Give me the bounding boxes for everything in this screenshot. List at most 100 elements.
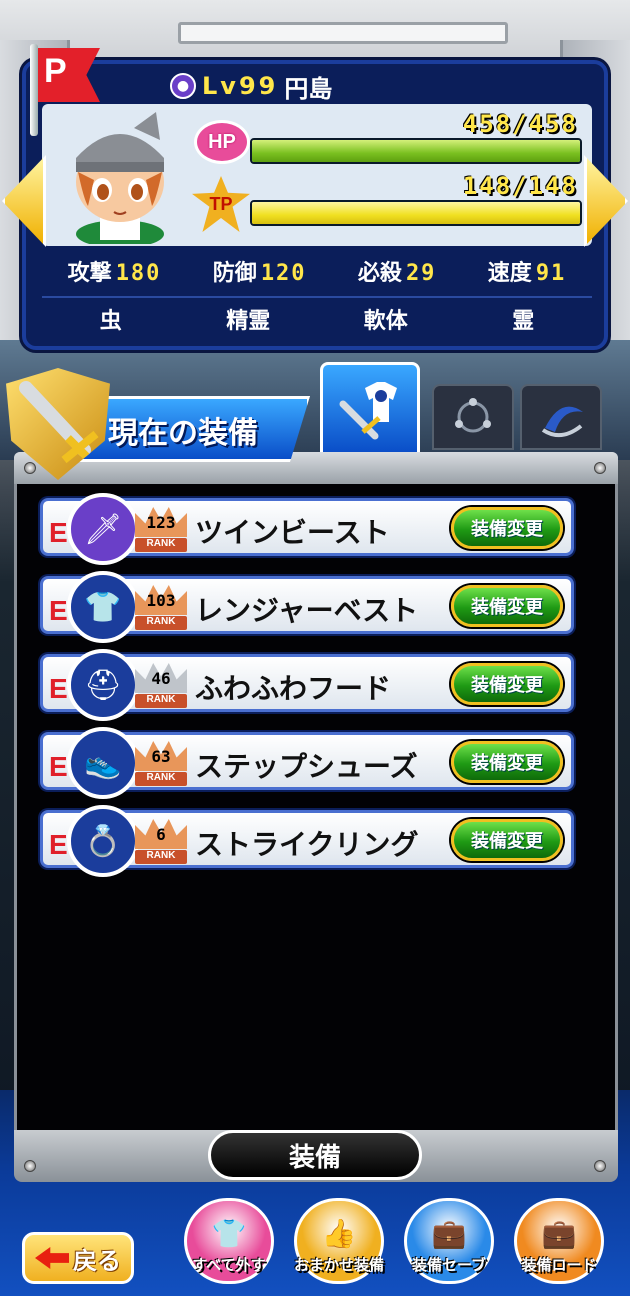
helmet-icon: ⛑	[67, 649, 139, 721]
load-equipment-button[interactable]: 💼 装備ロード	[514, 1198, 604, 1284]
sword-shirt-icon	[339, 381, 397, 439]
rank-word: RANK	[135, 616, 187, 630]
ring-icon: 💍	[67, 805, 139, 877]
rank-number: 123	[146, 513, 176, 532]
change-equipment-button[interactable]: 装備変更	[451, 507, 563, 549]
rivet-icon	[594, 462, 606, 474]
level-bar: ● Lv99 円島	[170, 70, 410, 103]
stat-value: 120	[260, 261, 307, 286]
rivet-icon	[24, 462, 36, 474]
equipment-row[interactable]: E 🗡 123 RANK ツインビースト 装備変更	[40, 493, 574, 565]
save-equipment-label: 装備セーブ	[411, 1256, 487, 1274]
stat-label: 速度	[487, 261, 532, 286]
stat-label: 必殺	[357, 261, 402, 286]
grade-tag: E	[49, 595, 68, 626]
rivet-icon	[594, 1160, 606, 1172]
type-tag: 精霊	[226, 309, 271, 334]
grade-tag: E	[49, 673, 68, 704]
change-equipment-button[interactable]: 装備変更	[451, 741, 563, 783]
equipment-name: ふわふわフード	[195, 672, 392, 705]
hp-bar	[250, 138, 582, 164]
tab-skills[interactable]	[432, 384, 514, 450]
load-icon: 💼	[541, 1217, 577, 1250]
shirt-icon: 👕	[67, 571, 139, 643]
unequip-all-label: すべて外す	[192, 1256, 266, 1274]
grade-tag: E	[49, 829, 68, 860]
types-row: 虫 精霊 軟体 霊	[42, 296, 592, 340]
rank-crown-icon: 63 RANK	[135, 741, 187, 787]
hp-bar-fill	[252, 140, 580, 162]
hp-value: 458/458	[462, 110, 578, 138]
tab-equipment[interactable]	[320, 362, 420, 452]
type-tag: 軟体	[363, 309, 408, 334]
equipment-row[interactable]: E ⛑ 46 RANK ふわふわフード 装備変更	[40, 649, 574, 721]
dagger-icon: 🗡	[67, 493, 139, 565]
rank-crown-icon: 46 RANK	[135, 663, 187, 709]
rank-number: 6	[156, 825, 166, 844]
equipment-row[interactable]: E 👕 103 RANK レンジャーベスト 装備変更	[40, 571, 574, 643]
change-equipment-button[interactable]: 装備変更	[451, 819, 563, 861]
rank-number: 46	[151, 669, 171, 688]
thumbs-up-icon: 👍	[321, 1217, 357, 1250]
rivet-icon	[24, 1160, 36, 1172]
equipment-footer-label: 装備	[208, 1130, 422, 1180]
back-button[interactable]: 戻る	[22, 1232, 134, 1284]
equipment-name: ストライクリング	[195, 828, 419, 861]
stat-label: 攻撃	[67, 261, 112, 286]
stats-row: 攻撃 180 防御 120 必殺 29 速度 91	[42, 250, 592, 292]
rank-word: RANK	[135, 694, 187, 708]
equipment-name: ツインビースト	[195, 516, 390, 549]
equipment-row[interactable]: E 👟 63 RANK ステップシューズ 装備変更	[40, 727, 574, 799]
save-equipment-button[interactable]: 💼 装備セーブ	[404, 1198, 494, 1284]
stat-speed: 速度 91	[488, 255, 567, 287]
load-equipment-label: 装備ロード	[521, 1256, 597, 1274]
grade-tag: E	[49, 751, 68, 782]
ceiling-light	[178, 22, 508, 44]
tab-special[interactable]	[520, 384, 602, 450]
stat-value: 180	[115, 261, 162, 286]
flag-pole	[30, 44, 38, 136]
stat-value: 91	[535, 261, 567, 286]
tp-bar	[250, 200, 582, 226]
section-title: 現在の装備	[108, 416, 258, 451]
rank-crown-icon: 103 RANK	[135, 585, 187, 631]
grade-tag: E	[49, 517, 68, 548]
rank-word: RANK	[135, 850, 187, 864]
stat-special: 必殺 29	[358, 255, 437, 287]
back-label: 戻る	[73, 1246, 121, 1275]
change-equipment-button[interactable]: 装備変更	[451, 663, 563, 705]
tp-bar-fill	[252, 202, 580, 224]
stat-label: 防御	[212, 261, 257, 286]
sparkle-icon	[455, 398, 491, 433]
auto-equip-label: おまかせ装備	[294, 1256, 385, 1274]
equipment-name: ステップシューズ	[195, 750, 418, 783]
rank-number: 63	[151, 747, 171, 766]
save-icon: 💼	[431, 1217, 467, 1250]
stat-value: 29	[405, 261, 437, 286]
unequip-all-icon: 👕	[211, 1217, 247, 1250]
type-tag: 霊	[512, 309, 535, 334]
character-type-icon: ●	[170, 73, 196, 99]
stat-defense: 防御 120	[213, 255, 307, 287]
change-equipment-button[interactable]: 装備変更	[451, 585, 563, 627]
rank-number: 103	[146, 591, 176, 610]
flag-letter: P	[44, 52, 67, 90]
character-name: 円島	[284, 74, 333, 103]
shoe-icon: 👟	[67, 727, 139, 799]
rank-word: RANK	[135, 772, 187, 786]
auto-equip-button[interactable]: 👍 おまかせ装備	[294, 1198, 384, 1284]
equipment-name: レンジャーベスト	[195, 594, 419, 627]
unequip-all-button[interactable]: 👕 すべて外す	[184, 1198, 274, 1284]
tp-value: 148/148	[462, 172, 578, 200]
rank-crown-icon: 123 RANK	[135, 507, 187, 553]
stat-attack: 攻撃 180	[68, 255, 162, 287]
crescent-icon	[541, 406, 583, 438]
equipment-row[interactable]: E 💍 6 RANK ストライクリング 装備変更	[40, 805, 574, 877]
hp-badge-icon: HP	[194, 120, 250, 164]
back-arrow-icon	[35, 1247, 69, 1269]
level-label: Lv99	[202, 72, 279, 100]
type-tag: 虫	[99, 309, 122, 334]
rank-crown-icon: 6 RANK	[135, 819, 187, 865]
character-avatar	[76, 112, 164, 244]
rank-word: RANK	[135, 538, 187, 552]
